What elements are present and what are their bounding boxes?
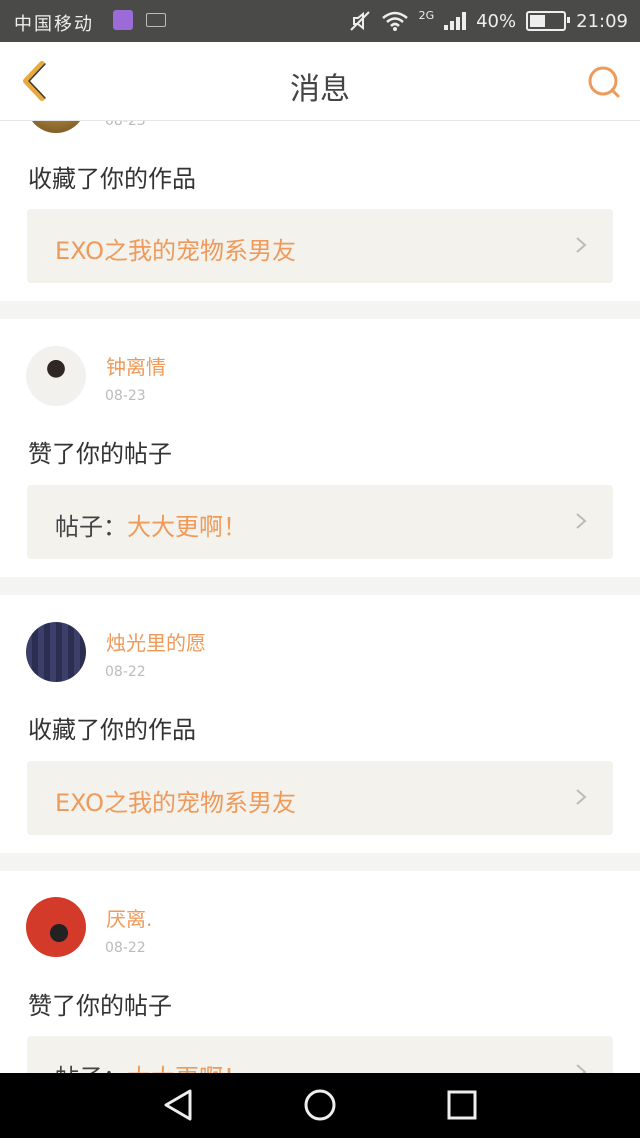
post-reference: 帖子：大大更啊！ — [55, 1058, 247, 1073]
chevron-right-icon — [576, 513, 587, 529]
username[interactable]: 厌离. — [106, 903, 152, 932]
work-link[interactable]: EXO之我的宠物系男友 — [27, 209, 613, 283]
message-date: 08-23 — [105, 388, 146, 404]
avatar[interactable] — [26, 346, 86, 406]
chevron-right-icon — [576, 1064, 587, 1073]
message-date: 08-23 — [105, 121, 146, 129]
message-action: 收藏了你的作品 — [28, 716, 196, 744]
wifi-icon — [381, 11, 408, 31]
avatar[interactable] — [26, 622, 86, 682]
post-link[interactable]: 帖子：大大更啊！ — [27, 1036, 613, 1073]
post-prefix: 帖子： — [55, 513, 127, 541]
post-link[interactable]: 帖子：大大更啊！ — [27, 485, 613, 559]
gallery-notification-icon — [113, 10, 133, 30]
work-link[interactable]: EXO之我的宠物系男友 — [27, 761, 613, 835]
message-date: 08-22 — [105, 664, 146, 680]
carrier-label: 中国移动 — [14, 14, 94, 35]
triangle-back-icon[interactable] — [160, 1087, 196, 1123]
message-action: 赞了你的帖子 — [28, 440, 172, 468]
top-navbar: 消息 — [0, 42, 640, 121]
page-title: 消息 — [290, 72, 350, 107]
username[interactable]: 钟离情 — [106, 351, 166, 380]
battery-fill — [530, 15, 545, 27]
message-list[interactable]: 08-23 收藏了你的作品 EXO之我的宠物系男友 钟离情 08-23 赞了你的… — [0, 121, 640, 1073]
message-card: 08-23 收藏了你的作品 EXO之我的宠物系男友 — [0, 121, 640, 301]
message-action: 收藏了你的作品 — [28, 165, 196, 193]
message-date: 08-22 — [105, 940, 146, 956]
message-action: 赞了你的帖子 — [28, 992, 172, 1020]
avatar[interactable] — [26, 121, 86, 133]
system-nav-bar — [0, 1073, 640, 1138]
avatar[interactable] — [26, 897, 86, 957]
username[interactable]: 烛光里的愿 — [106, 627, 206, 656]
network-type-label: 2G — [418, 8, 435, 22]
post-title: 大大更啊！ — [127, 513, 247, 541]
post-prefix: 帖子： — [55, 1064, 127, 1073]
status-bar: 中国移动 2G 40% 21:09 — [0, 0, 640, 42]
battery-icon — [526, 11, 571, 31]
chevron-right-icon — [576, 237, 587, 253]
chevron-right-icon — [576, 789, 587, 805]
circle-home-icon[interactable] — [302, 1087, 338, 1123]
mute-icon — [349, 11, 370, 31]
work-title: EXO之我的宠物系男友 — [55, 789, 296, 817]
message-card: 烛光里的愿 08-22 收藏了你的作品 EXO之我的宠物系男友 — [0, 595, 640, 853]
keyboard-notification-icon — [146, 13, 166, 27]
search-icon[interactable] — [586, 64, 622, 100]
signal-icon — [444, 12, 467, 30]
clock: 21:09 — [576, 10, 628, 32]
battery-percent: 40% — [476, 10, 517, 32]
message-card: 钟离情 08-23 赞了你的帖子 帖子：大大更啊！ — [0, 319, 640, 577]
message-card: 厌离. 08-22 赞了你的帖子 帖子：大大更啊！ — [0, 871, 640, 1073]
post-reference: 帖子：大大更啊！ — [55, 507, 247, 542]
work-title: EXO之我的宠物系男友 — [55, 237, 296, 265]
square-recent-icon[interactable] — [444, 1087, 480, 1123]
post-title: 大大更啊！ — [127, 1064, 247, 1073]
